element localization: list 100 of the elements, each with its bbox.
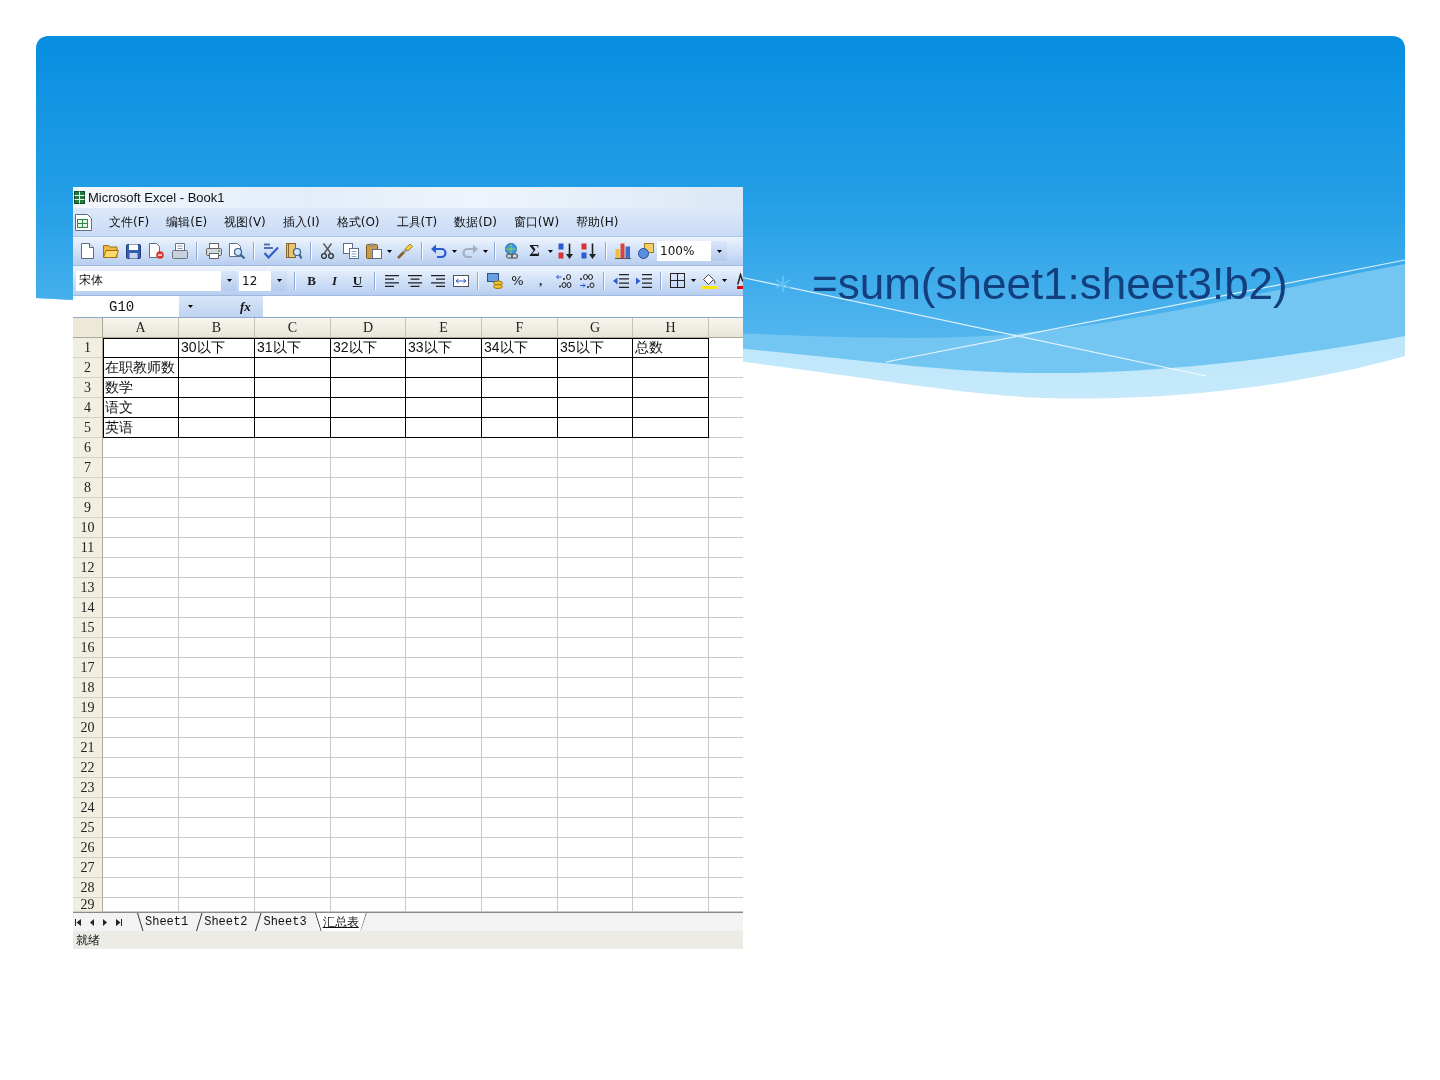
row-header[interactable]: 15 — [73, 618, 103, 638]
menu-item[interactable]: 帮助(H) — [576, 211, 619, 233]
menu-item[interactable]: 视图(V) — [224, 211, 266, 233]
shapes-icon[interactable] — [637, 243, 654, 259]
dropdown-button[interactable] — [271, 270, 287, 291]
skip-end-icon[interactable] — [116, 918, 122, 926]
folder-icon[interactable] — [102, 244, 119, 258]
coins-icon[interactable] — [486, 272, 503, 289]
column-header[interactable]: D — [331, 318, 406, 338]
row-header[interactable]: 17 — [73, 658, 103, 678]
menu-item[interactable]: 数据(D) — [454, 211, 497, 233]
row-header[interactable]: 20 — [73, 718, 103, 738]
row-header[interactable]: 1 — [73, 338, 103, 358]
skip-start-icon[interactable] — [75, 918, 81, 926]
sort-ascending-icon[interactable] — [557, 243, 574, 259]
row-header[interactable]: 22 — [73, 758, 103, 778]
column-header[interactable]: A — [103, 318, 179, 338]
grid-border-icon[interactable] — [670, 273, 685, 288]
row-header[interactable]: 5 — [73, 418, 103, 438]
triangle-left-icon[interactable] — [90, 918, 94, 926]
bold-button[interactable]: B — [300, 269, 323, 292]
row-header[interactable]: 23 — [73, 778, 103, 798]
menu-item[interactable]: 窗口(W) — [513, 211, 560, 233]
bar-chart-icon[interactable] — [614, 243, 631, 259]
sheet-tab[interactable]: Sheet3 — [255, 913, 315, 931]
row-header[interactable]: 28 — [73, 878, 103, 898]
autosum-button[interactable]: Σ — [523, 240, 546, 262]
clipboard-icon[interactable] — [365, 243, 382, 259]
row-header[interactable]: 8 — [73, 478, 103, 498]
italic-button[interactable]: I — [323, 269, 346, 292]
book-magnifier-icon[interactable] — [285, 243, 302, 259]
row-header[interactable]: 9 — [73, 498, 103, 518]
row-header[interactable]: 3 — [73, 378, 103, 398]
globe-link-icon[interactable] — [503, 243, 520, 259]
zoom-field[interactable]: 100% — [657, 241, 711, 261]
sheet-tab[interactable]: 汇总表 — [314, 913, 367, 931]
underline-button[interactable]: U — [346, 269, 369, 292]
row-header[interactable]: 2 — [73, 358, 103, 378]
row-header[interactable]: 18 — [73, 678, 103, 698]
percent-style-button[interactable]: % — [506, 269, 529, 292]
increase-indent-icon[interactable] — [635, 273, 652, 288]
align-right-icon[interactable] — [430, 274, 445, 287]
column-header[interactable]: B — [179, 318, 255, 338]
caret-icon[interactable] — [226, 279, 232, 282]
row-header[interactable]: 25 — [73, 818, 103, 838]
caret-icon[interactable] — [547, 249, 553, 253]
scissors-icon[interactable] — [321, 243, 334, 259]
triangle-right-icon[interactable] — [103, 918, 107, 926]
blank-page-icon[interactable] — [81, 243, 94, 259]
column-header[interactable]: G — [558, 318, 633, 338]
caret-icon[interactable] — [721, 279, 727, 282]
dropdown-button[interactable] — [711, 241, 727, 261]
copy-icon[interactable] — [342, 243, 359, 259]
row-header[interactable]: 10 — [73, 518, 103, 538]
column-header[interactable]: H — [633, 318, 709, 338]
insert-function-button[interactable]: fx — [216, 296, 263, 317]
checkmark-icon[interactable] — [262, 243, 279, 259]
menu-item[interactable]: 文件(F) — [109, 211, 150, 233]
paint-bucket-icon[interactable] — [700, 272, 717, 289]
decrease-indent-icon[interactable] — [612, 273, 629, 288]
row-header[interactable]: 21 — [73, 738, 103, 758]
row-header[interactable]: 12 — [73, 558, 103, 578]
row-header[interactable]: 24 — [73, 798, 103, 818]
caret-icon[interactable] — [451, 249, 457, 253]
document-tray-icon[interactable] — [171, 243, 188, 259]
merge-cells-icon[interactable] — [452, 274, 469, 287]
dropdown-button[interactable] — [221, 270, 237, 291]
increase-decimal-icon[interactable] — [555, 273, 572, 288]
row-header[interactable]: 7 — [73, 458, 103, 478]
caret-icon[interactable] — [690, 279, 696, 282]
caret-icon[interactable] — [716, 249, 722, 253]
row-header[interactable]: 14 — [73, 598, 103, 618]
row-header[interactable]: 13 — [73, 578, 103, 598]
row-header[interactable]: 19 — [73, 698, 103, 718]
row-header[interactable]: 16 — [73, 638, 103, 658]
align-left-icon[interactable] — [384, 274, 399, 287]
caret-icon[interactable] — [482, 249, 488, 253]
page-magnifier-icon[interactable] — [228, 243, 245, 259]
caret-icon[interactable] — [386, 249, 392, 253]
menu-item[interactable]: 编辑(E) — [166, 211, 208, 233]
font-name-field[interactable]: 宋体 — [76, 270, 221, 291]
row-header[interactable]: 27 — [73, 858, 103, 878]
paintbrush-icon[interactable] — [396, 243, 413, 259]
undo-icon[interactable] — [430, 244, 447, 258]
menu-item[interactable]: 插入(I) — [282, 211, 320, 233]
row-header[interactable]: 26 — [73, 838, 103, 858]
column-header[interactable]: E — [406, 318, 482, 338]
caret-icon[interactable] — [188, 305, 193, 308]
row-header[interactable]: 29 — [73, 898, 103, 912]
sheet-tab[interactable]: Sheet1 — [137, 913, 197, 931]
row-header[interactable]: 11 — [73, 538, 103, 558]
font-size-field[interactable]: 12 — [239, 270, 271, 291]
sort-descending-icon[interactable] — [580, 243, 597, 259]
page-badge-icon[interactable] — [149, 243, 164, 259]
caret-icon[interactable] — [276, 279, 282, 282]
font-color-icon[interactable] — [736, 272, 743, 289]
column-header[interactable]: C — [255, 318, 331, 338]
align-center-icon[interactable] — [407, 274, 422, 287]
menu-item[interactable]: 工具(T) — [396, 211, 438, 233]
spreadsheet-document-icon[interactable] — [75, 213, 92, 231]
